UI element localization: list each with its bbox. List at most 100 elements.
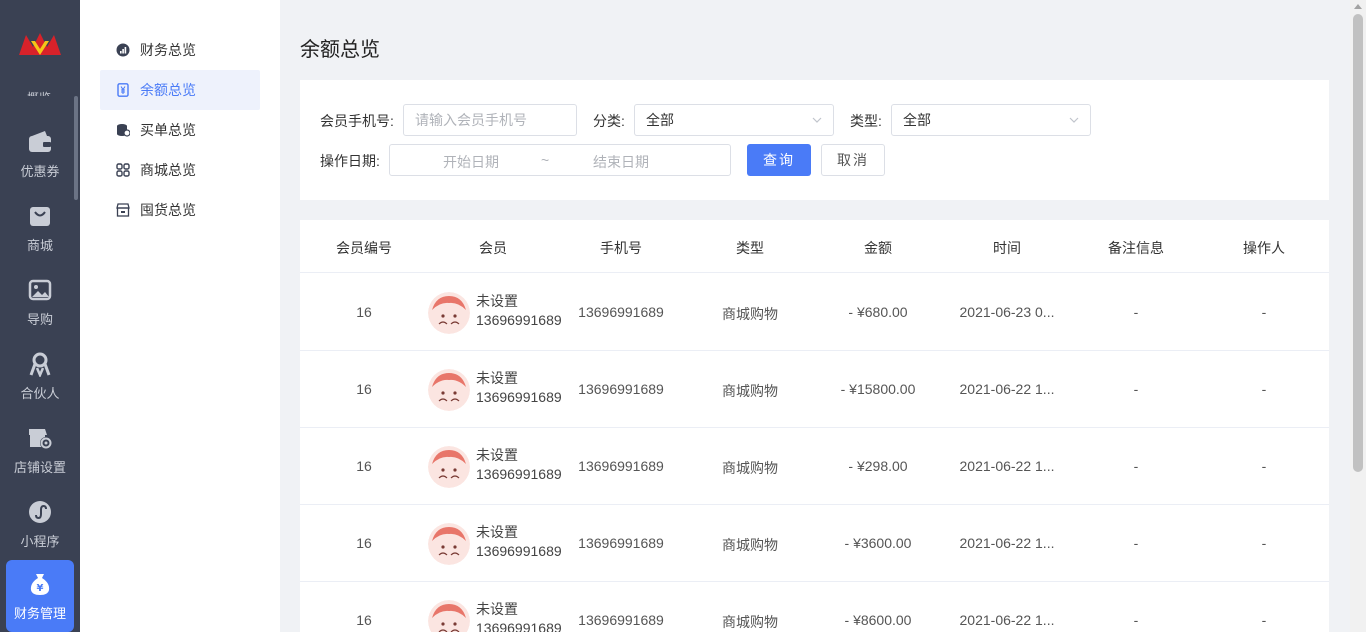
wallet-icon bbox=[29, 130, 51, 152]
table-row[interactable]: 16 未设置 13696991689 13696991689 商城购物 - ¥3… bbox=[300, 505, 1329, 582]
nav-item-label: 店铺设置 bbox=[13, 459, 66, 475]
col-amount[interactable]: 金额 bbox=[814, 238, 942, 258]
cell-time: 2021-06-22 1... bbox=[959, 458, 1055, 474]
cell-amount: - ¥3600.00 bbox=[844, 535, 912, 551]
table-row[interactable]: 16 未设置 13696991689 13696991689 商城购物 - ¥8… bbox=[300, 582, 1329, 632]
yen-icon bbox=[117, 83, 129, 97]
start-date-input[interactable]: 开始日期 bbox=[443, 152, 499, 172]
sub-item-balance-overview[interactable]: 余额总览 bbox=[100, 70, 260, 110]
cell-time: 2021-06-23 0... bbox=[959, 304, 1055, 320]
type-select[interactable]: 全部 bbox=[891, 104, 1091, 136]
cell-note: - bbox=[1133, 458, 1139, 474]
cell-operator: - bbox=[1261, 381, 1267, 397]
type-select-value: 全部 bbox=[903, 112, 931, 128]
money-bag-icon: ¥ bbox=[30, 573, 50, 595]
cell-operator: - bbox=[1261, 612, 1267, 628]
nav-item-overview-partial[interactable]: 概览 bbox=[24, 86, 54, 96]
col-member[interactable]: 会员 bbox=[429, 238, 557, 258]
sub-nav: 财务总览 余额总览 买单总览 商城总览 囤货总览 bbox=[80, 0, 280, 632]
member-name: 未设置 bbox=[476, 293, 518, 309]
query-button[interactable]: 查询 bbox=[747, 144, 811, 176]
col-operator[interactable]: 操作人 bbox=[1200, 238, 1328, 258]
table-row[interactable]: 16 未设置 13696991689 13696991689 商城购物 - ¥6… bbox=[300, 274, 1329, 351]
end-date-input[interactable]: 结束日期 bbox=[593, 152, 649, 172]
date-range-picker[interactable]: 开始日期 ~ 结束日期 bbox=[389, 144, 731, 176]
member-phone: 13696991689 bbox=[476, 620, 562, 632]
cell-time: 2021-06-22 1... bbox=[959, 612, 1055, 628]
cell-member-id: 16 bbox=[356, 381, 372, 397]
cell-note: - bbox=[1133, 612, 1139, 628]
cell-member-id: 16 bbox=[356, 612, 372, 628]
brand-logo[interactable] bbox=[17, 29, 63, 61]
cell-amount: - ¥298.00 bbox=[848, 458, 908, 474]
cell-type: 商城购物 bbox=[722, 614, 778, 630]
table-row[interactable]: 16 未设置 13696991689 13696991689 商城购物 - ¥2… bbox=[300, 428, 1329, 505]
table-row[interactable]: 16 未设置 13696991689 13696991689 商城购物 - ¥1… bbox=[300, 351, 1329, 428]
nav-item-mall[interactable]: 商城 bbox=[6, 192, 74, 264]
avatar bbox=[428, 446, 470, 488]
nav-item-mini-program[interactable]: 小程序 bbox=[6, 488, 74, 560]
sub-item-label: 囤货总览 bbox=[140, 202, 196, 218]
coins-icon bbox=[117, 124, 130, 137]
scroll-up-arrow-icon[interactable] bbox=[1354, 4, 1362, 9]
category-select-value: 全部 bbox=[646, 112, 674, 128]
col-note[interactable]: 备注信息 bbox=[1072, 238, 1200, 258]
member-name: 未设置 bbox=[476, 601, 518, 617]
nav-scrollbar[interactable] bbox=[74, 96, 78, 200]
cell-member-id: 16 bbox=[356, 304, 372, 320]
nav-item-label: 小程序 bbox=[20, 533, 60, 549]
image-icon bbox=[28, 279, 52, 300]
chevron-down-icon bbox=[812, 117, 822, 123]
nav-item-guide[interactable]: 导购 bbox=[6, 266, 74, 338]
filter-panel: 会员手机号: 请输入会员手机号 分类: 全部 类型: 全部 操作日期: 开始日期… bbox=[300, 80, 1329, 200]
avatar bbox=[428, 292, 470, 334]
cell-operator: - bbox=[1261, 304, 1267, 320]
cell-phone: 13696991689 bbox=[578, 612, 664, 628]
sub-item-label: 买单总览 bbox=[140, 122, 196, 138]
cell-operator: - bbox=[1261, 535, 1267, 551]
sub-item-label: 财务总览 bbox=[140, 42, 196, 58]
phone-input[interactable]: 请输入会员手机号 bbox=[403, 104, 577, 136]
cancel-button[interactable]: 取消 bbox=[821, 144, 885, 176]
col-time[interactable]: 时间 bbox=[943, 238, 1071, 258]
scrollbar-thumb[interactable] bbox=[1353, 14, 1363, 472]
mini-program-icon bbox=[29, 500, 51, 523]
col-type[interactable]: 类型 bbox=[686, 238, 814, 258]
nav-item-partner[interactable]: 合伙人 bbox=[6, 340, 74, 412]
cell-phone: 13696991689 bbox=[578, 535, 664, 551]
sub-item-stock-overview[interactable]: 囤货总览 bbox=[100, 190, 260, 230]
partner-icon bbox=[29, 352, 51, 377]
nav-item-coupons[interactable]: 优惠券 bbox=[6, 118, 74, 190]
nav-item-label: 合伙人 bbox=[20, 385, 60, 401]
date-range-separator: ~ bbox=[541, 152, 550, 168]
avatar bbox=[428, 523, 470, 565]
category-select[interactable]: 全部 bbox=[634, 104, 834, 136]
phone-input-placeholder: 请输入会员手机号 bbox=[415, 112, 527, 128]
member-phone: 13696991689 bbox=[476, 543, 562, 559]
nav-item-label: 优惠券 bbox=[20, 163, 60, 179]
member-name: 未设置 bbox=[476, 524, 518, 540]
cell-amount: - ¥8600.00 bbox=[844, 612, 912, 628]
main-nav: 概览 优惠券 商城 导购 合伙人 店铺设置 小程序 ¥ 财务管理 bbox=[0, 0, 80, 632]
col-phone[interactable]: 手机号 bbox=[557, 238, 685, 258]
date-label: 操作日期: bbox=[320, 153, 380, 169]
cell-amount: - ¥680.00 bbox=[848, 304, 908, 320]
sub-item-mall-overview[interactable]: 商城总览 bbox=[100, 150, 260, 190]
nav-item-label: 财务管理 bbox=[13, 605, 66, 621]
member-name: 未设置 bbox=[476, 447, 518, 463]
nav-item-store-settings[interactable]: 店铺设置 bbox=[6, 414, 74, 486]
category-label: 分类: bbox=[593, 113, 625, 129]
sub-item-finance-overview[interactable]: 财务总览 bbox=[100, 30, 260, 70]
finance-chart-icon bbox=[116, 43, 130, 57]
table-header: 会员编号 会员 手机号 类型 金额 时间 备注信息 操作人 bbox=[300, 220, 1329, 273]
store-settings-icon bbox=[29, 428, 52, 449]
nav-item-finance[interactable]: ¥ 财务管理 bbox=[6, 560, 74, 632]
cell-phone: 13696991689 bbox=[578, 381, 664, 397]
sub-item-bill-overview[interactable]: 买单总览 bbox=[100, 110, 260, 150]
balance-table: 会员编号 会员 手机号 类型 金额 时间 备注信息 操作人 16 未设置 136… bbox=[300, 220, 1329, 632]
shopping-bag-icon bbox=[30, 206, 50, 226]
col-member-id[interactable]: 会员编号 bbox=[300, 238, 428, 258]
cell-phone: 13696991689 bbox=[578, 304, 664, 320]
page-scrollbar[interactable] bbox=[1350, 0, 1366, 632]
cell-member-id: 16 bbox=[356, 458, 372, 474]
